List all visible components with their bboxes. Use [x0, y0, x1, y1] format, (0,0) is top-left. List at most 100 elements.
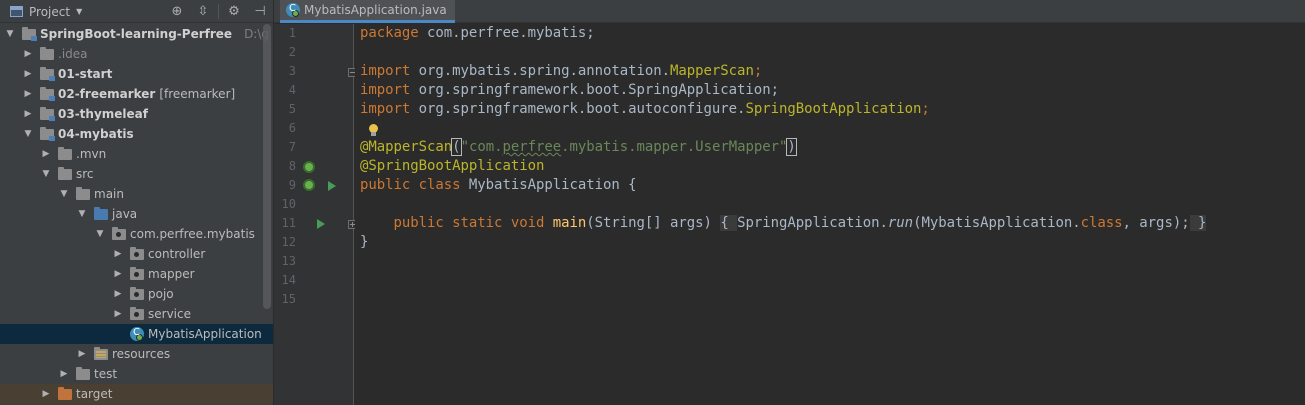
tree-item[interactable]: ▶ .idea — [0, 44, 273, 64]
collapse-arrow-icon[interactable]: ▶ — [22, 89, 34, 99]
collapse-arrow-icon[interactable]: ▶ — [22, 49, 34, 59]
tree-item[interactable]: ▶ 02-freemarker [freemarker] — [0, 84, 273, 104]
collapse-arrow-icon[interactable]: ▶ — [22, 109, 34, 119]
semicolon: ; — [753, 63, 763, 79]
collapse-arrow-icon[interactable]: ▶ — [58, 369, 70, 379]
keyword: class — [1080, 215, 1123, 231]
package-name: com.perfree.mybatis; — [418, 25, 595, 41]
import-package: org.mybatis.spring.annotation. — [410, 63, 671, 79]
tree-item-label: resources — [112, 347, 171, 361]
hide-icon[interactable]: ⊣ — [247, 0, 273, 23]
tree-item-label: com.perfree.mybatis — [130, 227, 255, 241]
tree-item-label: .idea — [58, 47, 88, 61]
import-path: org.springframework.boot.SpringApplicati… — [410, 82, 779, 98]
package-icon — [130, 246, 144, 260]
run-main-icon[interactable] — [317, 219, 325, 229]
expand-arrow-icon[interactable]: ▼ — [76, 209, 88, 219]
project-view-selector[interactable]: Project ▼ — [10, 3, 82, 20]
tree-scrollbar[interactable] — [263, 24, 271, 309]
line-number: 2 — [288, 45, 296, 59]
tree-item[interactable]: ▶ 03-thymeleaf — [0, 104, 273, 124]
tree-item[interactable]: ▼ SpringBoot-learning-Perfree D:\g — [0, 24, 273, 44]
collapse-arrow-icon[interactable]: ▶ — [112, 289, 124, 299]
project-panel: Project ▼ ⊕ ⇳ ⚙ ⊣ ▼ SpringBoot-learning-P… — [0, 0, 273, 405]
project-window-icon — [10, 6, 23, 17]
toolbar-divider — [218, 4, 219, 19]
collapse-arrow-icon[interactable]: ▶ — [112, 269, 124, 279]
tree-item-label: target — [76, 387, 113, 401]
tree-item[interactable]: ▼ src — [0, 164, 273, 184]
line-number: 14 — [281, 273, 296, 287]
java-class-icon — [130, 327, 144, 341]
editor-gutter[interactable]: 1 2 3 4 5 6 7 8 9 10 11 12 13 14 15 — [274, 24, 357, 405]
tree-item[interactable]: ▶ controller — [0, 244, 273, 264]
line-number: 1 — [288, 26, 296, 40]
project-panel-title: Project — [29, 4, 71, 19]
tree-item[interactable]: ▶ pojo — [0, 284, 273, 304]
expand-arrow-icon[interactable]: ▼ — [94, 229, 106, 239]
tree-item[interactable]: ▶ 01-start — [0, 64, 273, 84]
tree-item[interactable]: ▼ 04-mybatis — [0, 124, 273, 144]
run-class-icon[interactable] — [328, 181, 336, 191]
annotation: @MapperScan — [360, 139, 453, 155]
collapse-arrow-icon[interactable]: ▶ — [76, 349, 88, 359]
call-args: (MybatisApplication. — [913, 215, 1081, 231]
tree-item[interactable]: ▶ test — [0, 364, 273, 384]
tree-item[interactable]: ▼ com.perfree.mybatis — [0, 224, 273, 244]
tab-mybatis-application[interactable]: MybatisApplication.java — [280, 0, 455, 23]
tree-item[interactable]: ▼ main — [0, 184, 273, 204]
line-number: 10 — [281, 197, 296, 211]
tree-item[interactable]: ▶ service — [0, 304, 273, 324]
collapse-arrow-icon[interactable]: ▶ — [40, 149, 52, 159]
expand-arrow-icon[interactable]: ▼ — [22, 129, 34, 139]
target-icon[interactable]: ⊕ — [164, 0, 190, 23]
line-number: 6 — [288, 121, 296, 135]
collapse-icon[interactable]: ⇳ — [190, 0, 216, 23]
intention-bulb-icon[interactable] — [368, 124, 378, 136]
closing-brace: } — [360, 234, 369, 250]
string-literal: "com. — [460, 139, 503, 155]
collapse-arrow-icon[interactable]: ▶ — [112, 309, 124, 319]
expand-arrow-icon[interactable]: ▼ — [40, 169, 52, 179]
module-alias: [freemarker] — [159, 87, 236, 101]
code-line-4: import org.springframework.boot.SpringAp… — [360, 81, 779, 100]
tree-item[interactable]: ▼ java — [0, 204, 273, 224]
line-number: 5 — [288, 102, 296, 116]
tree-item-label: SpringBoot-learning-Perfree — [40, 27, 233, 41]
line-number: 3 — [288, 64, 296, 78]
code-editor[interactable]: package com.perfree.mybatis; import org.… — [355, 24, 1305, 405]
code-line-3: import org.mybatis.spring.annotation.Map… — [360, 62, 762, 81]
folded-brace-close[interactable]: } — [1189, 215, 1206, 231]
tree-item-label: mapper — [148, 267, 195, 281]
spring-bean-icon[interactable] — [303, 161, 315, 173]
import-class: SpringBootApplication — [745, 101, 922, 117]
collapse-arrow-icon[interactable]: ▶ — [112, 249, 124, 259]
tree-item[interactable]: ▶ mapper — [0, 264, 273, 284]
editor-tab-bar: MybatisApplication.java — [274, 0, 1305, 23]
tree-item[interactable]: ▶ resources — [0, 344, 273, 364]
expand-arrow-icon[interactable]: ▼ — [58, 189, 70, 199]
spring-bean-icon[interactable] — [303, 179, 315, 191]
tree-item-label: controller — [148, 247, 206, 261]
text-caret — [795, 139, 797, 155]
tree-item[interactable]: ▶ .mvn — [0, 144, 273, 164]
code-line-1: package com.perfree.mybatis; — [360, 24, 595, 43]
collapse-arrow-icon[interactable]: ▶ — [40, 389, 52, 399]
tree-item-label: src — [76, 167, 94, 181]
gear-icon[interactable]: ⚙ — [221, 0, 247, 23]
line-number: 15 — [281, 292, 296, 306]
source-folder-icon — [94, 206, 108, 220]
tree-item[interactable]: ▶ target — [0, 384, 273, 404]
module-folder-icon — [40, 66, 55, 81]
tree-item[interactable]: MybatisApplication — [0, 324, 273, 344]
paren-close: ) — [786, 138, 797, 156]
module-folder-icon — [40, 126, 55, 141]
keyword: import — [360, 82, 411, 98]
tree-item-label: .mvn — [76, 147, 107, 161]
folded-brace-open[interactable]: { — [720, 215, 738, 231]
expand-arrow-icon[interactable]: ▼ — [4, 29, 16, 39]
excluded-folder-icon — [58, 386, 72, 400]
collapse-arrow-icon[interactable]: ▶ — [22, 69, 34, 79]
line-number: 9 — [288, 178, 296, 192]
keyword: public class — [360, 177, 461, 193]
